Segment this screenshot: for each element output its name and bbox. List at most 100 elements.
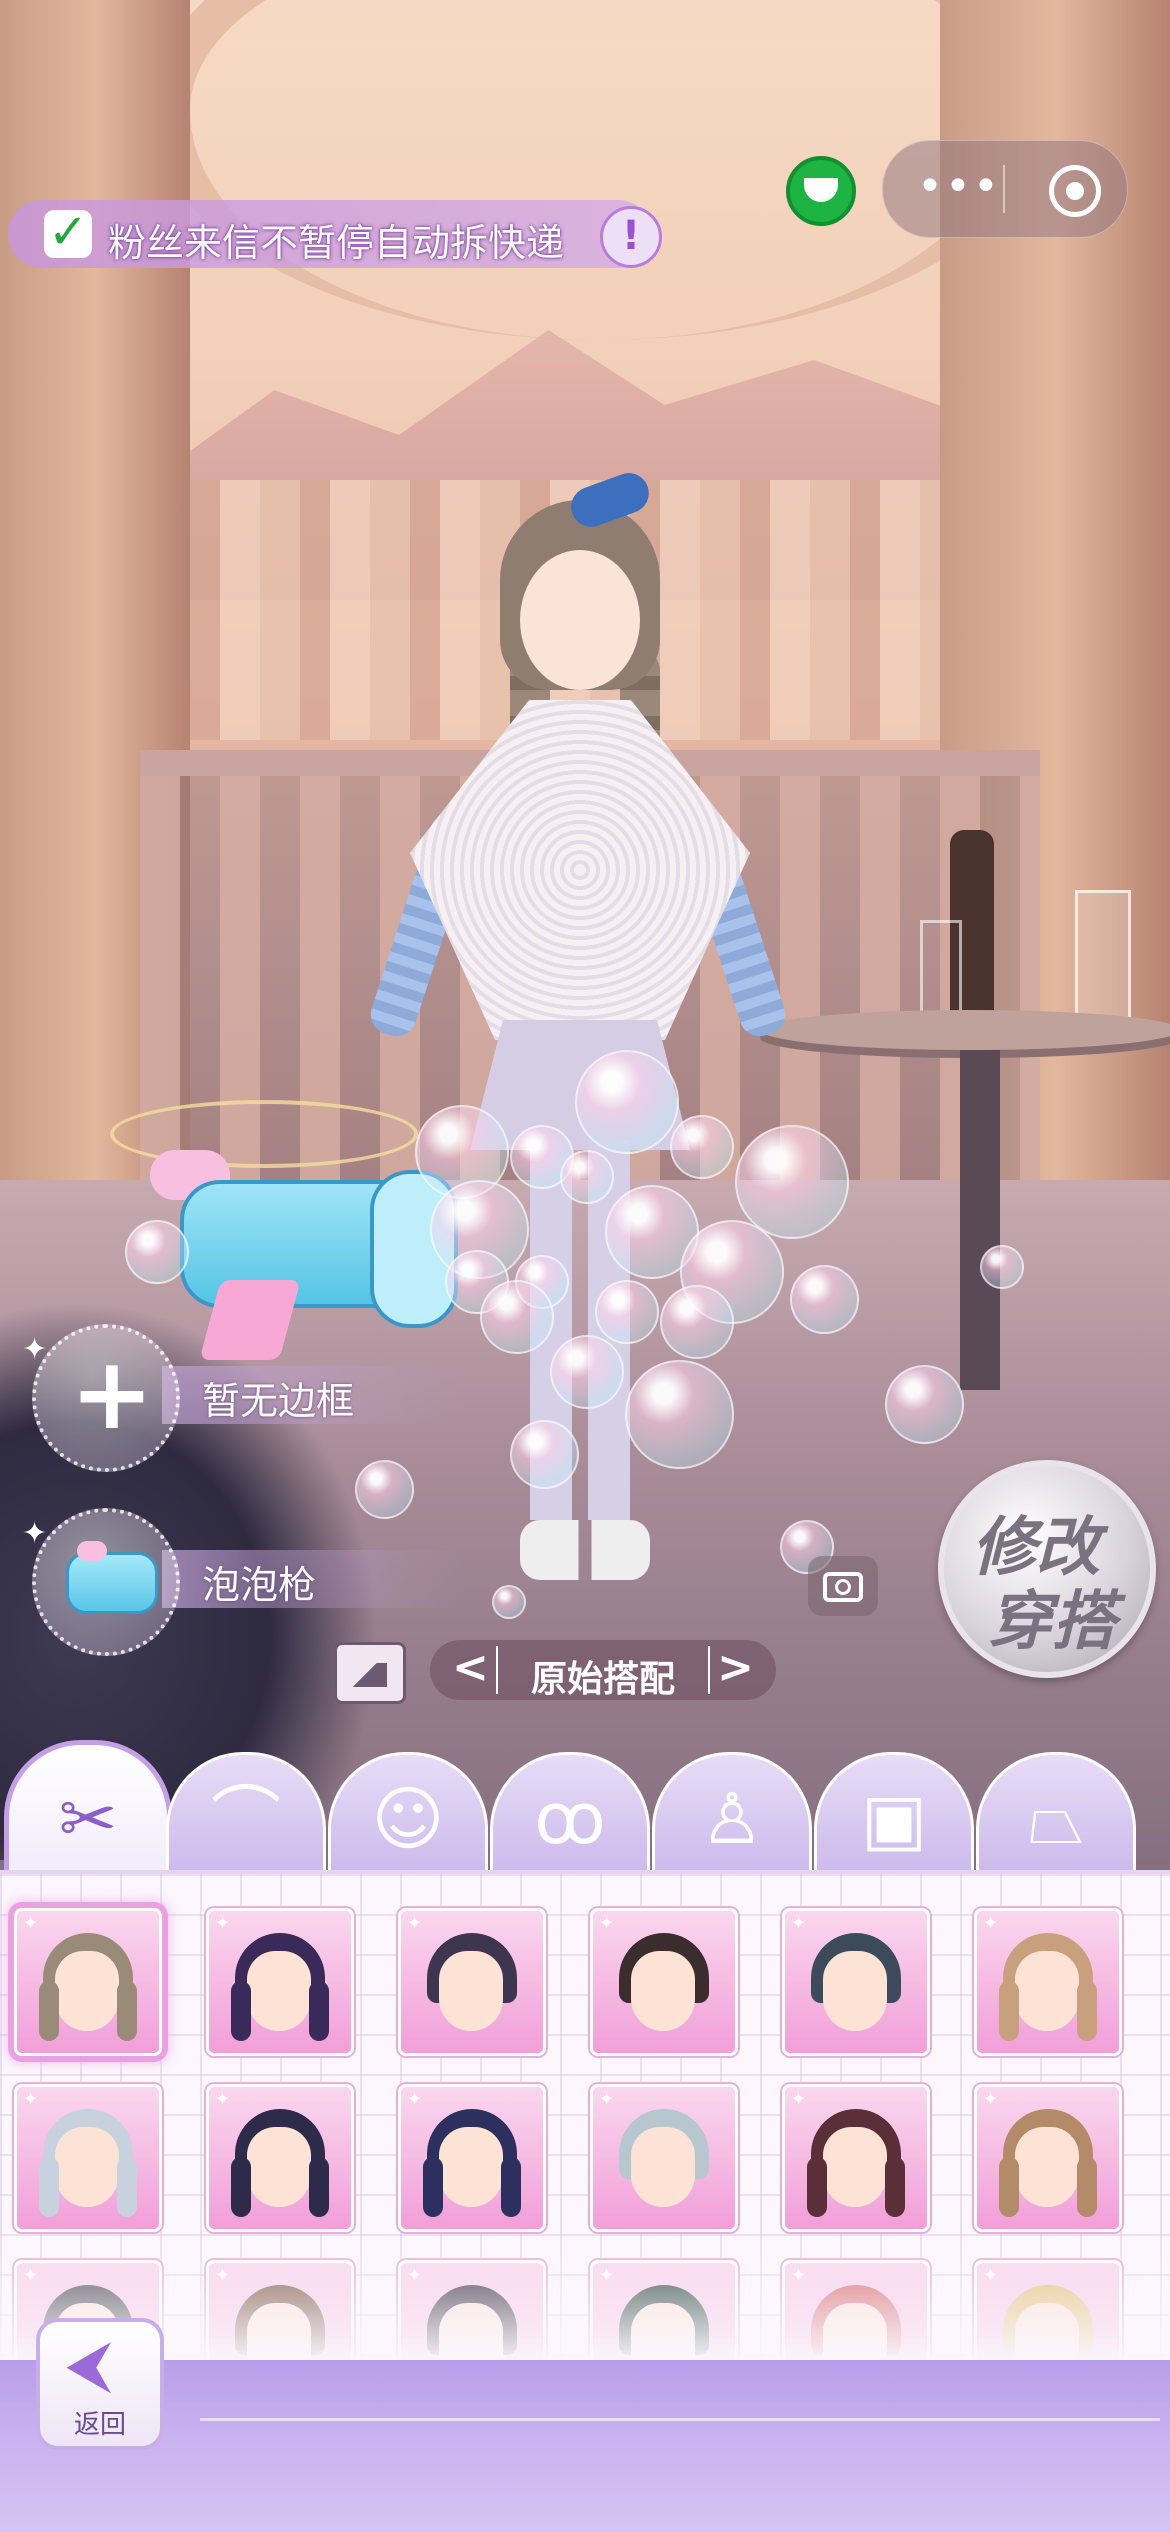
tab-dress[interactable]: ♙ — [652, 1752, 812, 1879]
grid-fade — [0, 2230, 1170, 2380]
character-avatar[interactable] — [365, 467, 791, 1640]
divider — [708, 1646, 710, 1694]
modify-outfit-line2: 穿搭 — [988, 1585, 1116, 1659]
face-silhouette — [823, 1951, 887, 2031]
hair-strand — [807, 2157, 827, 2217]
hair-item[interactable]: ✦ — [398, 2084, 546, 2232]
hair-item[interactable]: ✦ — [782, 1908, 930, 2056]
frame-slot-circle[interactable]: + — [32, 1324, 180, 1472]
sparkle-icon: ✦ — [215, 1913, 231, 1934]
sparkle-icon: ✦ — [23, 1913, 39, 1934]
hair-strand — [501, 2157, 521, 2217]
chat-bubble-icon[interactable] — [786, 156, 856, 226]
hair-item[interactable]: ✦ — [782, 2084, 930, 2232]
hair-item[interactable]: ✦ — [974, 2084, 1122, 2232]
tab-bottom[interactable]: ⏢ — [976, 1752, 1136, 1879]
back-arrow-icon: ⮜ — [68, 2330, 110, 2398]
modify-outfit-button[interactable]: 修改 穿搭 — [938, 1460, 1156, 1678]
hair-item[interactable]: ✦ — [590, 1908, 738, 2056]
bubble — [660, 1285, 734, 1359]
back-button[interactable]: ⮜ 返回 — [36, 2318, 164, 2450]
shirt-icon: ▣ — [860, 1778, 928, 1860]
sparkle-icon: ✦ — [983, 2089, 999, 2110]
checkmark-icon: ✓ — [48, 204, 89, 260]
background-image-icon[interactable] — [334, 1642, 406, 1704]
hair-item[interactable]: ✦ — [14, 1908, 162, 2056]
face-silhouette — [55, 2127, 119, 2207]
face-silhouette — [247, 2127, 311, 2207]
sparkle-icon: ✦ — [23, 2089, 39, 2110]
sparkle-icon: ✦ — [22, 1332, 48, 1367]
sparkle-icon: ✦ — [599, 2089, 615, 2110]
hair-strand — [309, 1981, 329, 2041]
face-silhouette — [631, 2127, 695, 2207]
hair-item[interactable]: ✦ — [206, 1908, 354, 2056]
hair-item[interactable]: ✦ — [398, 1908, 546, 2056]
sparkle-icon: ✦ — [407, 1913, 423, 1934]
hair-strand — [1077, 2157, 1097, 2217]
tab-hat[interactable]: ⌒ — [166, 1752, 326, 1879]
hair-strand — [231, 2157, 251, 2217]
face-silhouette — [439, 1951, 503, 2031]
prop-slot-circle[interactable] — [32, 1508, 180, 1656]
tab-earrings[interactable]: ꝏ — [490, 1752, 650, 1879]
face-silhouette — [439, 2127, 503, 2207]
hair-strand — [39, 2157, 59, 2217]
scissors-icon: ✂ — [58, 1778, 118, 1860]
sparkle-icon: ✦ — [791, 1913, 807, 1934]
frame-slot[interactable]: + 暂无边框 ✦ — [22, 1324, 492, 1472]
tab-face[interactable]: ☺ — [328, 1752, 488, 1879]
hair-strand — [309, 2157, 329, 2217]
bubble — [492, 1585, 526, 1619]
decorative-line — [200, 2418, 1160, 2421]
lace-poncho — [410, 700, 750, 1040]
face-silhouette — [1015, 2127, 1079, 2207]
prop-slot[interactable]: 泡泡枪 ✦ — [22, 1508, 492, 1656]
auto-unbox-checkbox[interactable]: ✓ — [44, 204, 92, 260]
tab-hair[interactable]: ✂ — [4, 1740, 172, 1881]
hair-strand — [39, 1981, 59, 2041]
hair-strand — [117, 1981, 137, 2041]
exclamation-icon[interactable]: ! — [600, 206, 662, 268]
hair-item[interactable]: ✦ — [974, 1908, 1122, 2056]
frame-slot-label: 暂无边框 — [202, 1379, 355, 1423]
sparkle-icon: ✦ — [791, 2089, 807, 2110]
bubble — [550, 1335, 624, 1409]
tab-top[interactable]: ▣ — [814, 1752, 974, 1879]
sparkle-icon: ✦ — [983, 1913, 999, 1934]
bubble — [670, 1115, 734, 1179]
hair-strand — [423, 2157, 443, 2217]
bubble — [595, 1280, 659, 1344]
plus-icon: + — [70, 1335, 154, 1452]
hair-item[interactable]: ✦ — [206, 2084, 354, 2232]
hair-strand — [999, 2157, 1019, 2217]
back-button-label: 返回 — [73, 2410, 126, 2440]
capsule-divider — [1003, 165, 1005, 213]
category-tabs: ✂ ⌒ ☺ ꝏ ♙ ▣ ⏢ — [0, 1740, 1170, 1881]
sparkle-icon: ✦ — [215, 2089, 231, 2110]
camera-icon[interactable] — [808, 1556, 878, 1616]
bubble — [560, 1150, 614, 1204]
bubble — [575, 1050, 679, 1154]
sparkle-icon: ✦ — [22, 1516, 48, 1551]
hair-strand — [231, 1981, 251, 2041]
bubble — [125, 1220, 189, 1284]
bubble — [885, 1365, 964, 1444]
prop-slot-label: 泡泡枪 — [202, 1563, 317, 1607]
bubble — [625, 1360, 734, 1469]
hair-item[interactable]: ✦ — [14, 2084, 162, 2232]
target-circle-icon[interactable] — [1049, 165, 1101, 217]
face-silhouette — [631, 1951, 695, 2031]
outfit-switcher: < 原始搭配 > — [430, 1640, 776, 1700]
bubble — [790, 1265, 859, 1334]
hair-strand — [1077, 1981, 1097, 2041]
face-icon: ☺ — [371, 1778, 445, 1860]
character-shoes — [520, 1520, 650, 1580]
auto-unbox-toggle[interactable]: ✓ 粉丝来信不暂停自动拆快递 ! — [8, 200, 662, 268]
hair-item[interactable]: ✦ — [590, 2084, 738, 2232]
hair-strand — [885, 2157, 905, 2217]
more-dots-icon[interactable]: ••• — [917, 161, 1001, 212]
sparkle-icon: ✦ — [599, 1913, 615, 1934]
next-outfit-button[interactable]: > — [717, 1642, 754, 1693]
face-silhouette — [823, 2127, 887, 2207]
